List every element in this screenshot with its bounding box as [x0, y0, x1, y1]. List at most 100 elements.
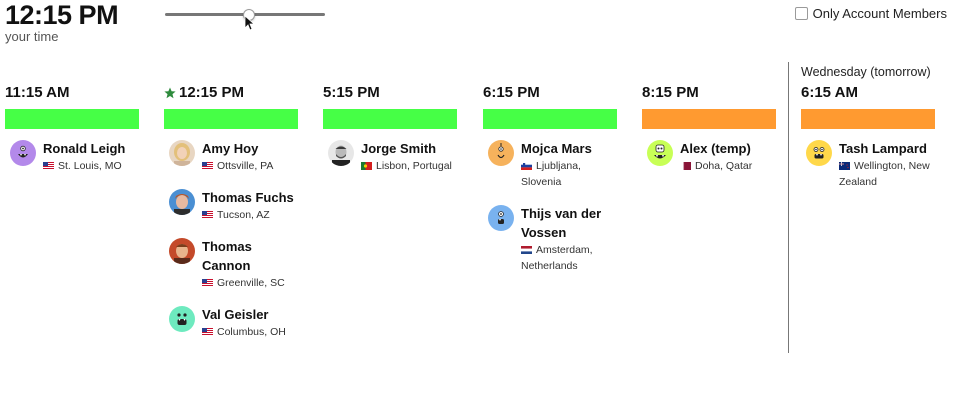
location-text: St. Louis, MO [58, 160, 122, 172]
avatar [169, 238, 195, 264]
person-location: Lisbon, Portugal [361, 158, 457, 174]
person-name: Thomas Fuchs [202, 190, 294, 205]
person-name: Val Geisler [202, 307, 269, 322]
person-info: Thijs van der Vossen Amsterdam, Netherlan… [521, 204, 617, 274]
hour-status-bar [483, 109, 617, 129]
person-entry[interactable]: Alex (temp) Doha, Qatar [647, 139, 776, 174]
column-time: 12:15 PM [164, 84, 244, 101]
person-info: Ronald Leigh St. Louis, MO [43, 139, 139, 174]
person-location: Greenville, SC [202, 275, 298, 291]
avatar [169, 140, 195, 166]
person-location: Doha, Qatar [680, 158, 776, 174]
flag-us-icon [202, 277, 217, 289]
flag-si-icon [521, 160, 536, 172]
person-location: Columbus, OH [202, 324, 298, 340]
flag-us-icon [202, 326, 217, 338]
only-account-members-toggle[interactable]: Only Account Members [794, 6, 947, 21]
hour-status-bar [5, 109, 139, 129]
person-location: Ljubljana, Slovenia [521, 158, 617, 190]
day-divider [788, 62, 789, 353]
column-time: 5:15 PM [323, 84, 380, 101]
orange-monster-icon [488, 140, 514, 166]
person-info: Val Geisler Columbus, OH [202, 305, 298, 340]
person-location: St. Louis, MO [43, 158, 139, 174]
person-location: Tucson, AZ [202, 207, 298, 223]
person-name: Thomas Cannon [202, 239, 252, 273]
person-info: Thomas Cannon Greenville, SC [202, 237, 298, 291]
column-time: 11:15 AM [5, 84, 69, 101]
only-account-members-checkbox[interactable] [794, 7, 808, 20]
people-list: Amy Hoy Ottsville, PA Thomas Fuchs Tucson, … [169, 139, 298, 354]
hour-status-bar [164, 109, 298, 129]
yellow-monster-icon [806, 140, 832, 166]
person-entry[interactable]: Val Geisler Columbus, OH [169, 305, 298, 340]
flag-nz-icon [839, 160, 854, 172]
person-entry[interactable]: Tash Lampard Wellington, New Zealand [806, 139, 935, 190]
mouse-pointer-icon [244, 15, 254, 31]
person-info: Alex (temp) Doha, Qatar [680, 139, 776, 174]
location-text: Ottsville, PA [217, 160, 274, 172]
green-monster-icon [169, 306, 195, 332]
person-location: Amsterdam, Netherlands [521, 242, 617, 274]
column-time-label: 11:15 AM [5, 84, 70, 101]
location-text: Lisbon, Portugal [376, 160, 452, 172]
column-time: 6:15 PM [483, 84, 540, 101]
hour-status-bar [801, 109, 935, 129]
clock-header: 12:15 PM your time [5, 0, 119, 44]
day-label: Wednesday (tomorrow) [801, 65, 931, 79]
person-name: Amy Hoy [202, 141, 259, 156]
person-location: Wellington, New Zealand [839, 158, 935, 190]
people-list: Tash Lampard Wellington, New Zealand [806, 139, 935, 204]
person-entry[interactable]: Mojca Mars Ljubljana, Slovenia [488, 139, 617, 190]
person-entry[interactable]: Jorge Smith Lisbon, Portugal [328, 139, 457, 174]
person-entry[interactable]: Thomas Cannon Greenville, SC [169, 237, 298, 291]
person-location: Ottsville, PA [202, 158, 298, 174]
flag-us-icon [202, 209, 217, 221]
star-icon [164, 87, 176, 98]
column-time-label: 6:15 PM [483, 84, 540, 101]
person-entry[interactable]: Ronald Leigh St. Louis, MO [10, 139, 139, 174]
person-name: Thijs van der Vossen [521, 206, 602, 240]
column-time-label: 5:15 PM [323, 84, 380, 101]
person-info: Amy Hoy Ottsville, PA [202, 139, 298, 174]
location-text: Greenville, SC [217, 277, 285, 289]
person-name: Tash Lampard [839, 141, 927, 156]
current-time: 12:15 PM [5, 0, 119, 30]
person-name: Ronald Leigh [43, 141, 126, 156]
location-text: Doha, Qatar [695, 160, 753, 172]
current-time-caption: your time [5, 29, 59, 44]
people-list: Alex (temp) Doha, Qatar [647, 139, 776, 188]
column-time: 6:15 AM [801, 84, 858, 101]
purple-monster-icon [10, 140, 36, 166]
avatar [328, 140, 354, 166]
person-name: Alex (temp) [680, 141, 751, 156]
column-time-label: 12:15 PM [179, 84, 245, 101]
hour-status-bar [642, 109, 776, 129]
hour-status-bar [323, 109, 457, 129]
person-name: Jorge Smith [361, 141, 437, 156]
person-entry[interactable]: Thijs van der Vossen Amsterdam, Netherlan… [488, 204, 617, 274]
people-list: Jorge Smith Lisbon, Portugal [328, 139, 457, 188]
flag-qa-icon [680, 160, 695, 172]
only-account-members-label: Only Account Members [812, 6, 947, 21]
flag-us-icon [43, 160, 58, 172]
person-entry[interactable]: Thomas Fuchs Tucson, AZ [169, 188, 298, 223]
avatar [169, 189, 195, 215]
column-time-label: 8:15 PM [642, 84, 699, 101]
person-info: Jorge Smith Lisbon, Portugal [361, 139, 457, 174]
flag-us-icon [202, 160, 217, 172]
location-text: Columbus, OH [217, 326, 286, 338]
people-list: Mojca Mars Ljubljana, Slovenia Thijs van d… [488, 139, 617, 288]
person-info: Mojca Mars Ljubljana, Slovenia [521, 139, 617, 190]
person-entry[interactable]: Amy Hoy Ottsville, PA [169, 139, 298, 174]
column-time-label: 6:15 AM [801, 84, 858, 101]
flag-nl-icon [521, 244, 536, 256]
person-info: Thomas Fuchs Tucson, AZ [202, 188, 298, 223]
person-info: Tash Lampard Wellington, New Zealand [839, 139, 935, 190]
flag-pt-icon [361, 160, 376, 172]
lime-monster-icon [647, 140, 673, 166]
people-list: Ronald Leigh St. Louis, MO [10, 139, 139, 188]
column-time: 8:15 PM [642, 84, 699, 101]
person-name: Mojca Mars [521, 141, 592, 156]
blue-monster-icon [488, 205, 514, 231]
